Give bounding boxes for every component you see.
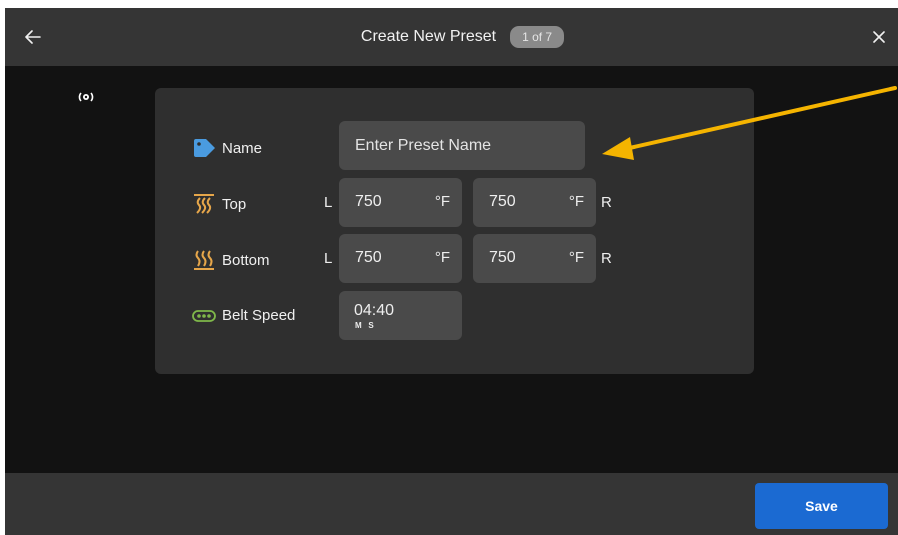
close-button[interactable] [865,23,893,51]
top-left-marker: L [324,194,333,211]
top-left-temp-value: 750 [355,193,382,210]
close-icon [873,31,885,43]
top-right-temp-value: 750 [489,193,516,210]
conveyor-belt-icon [192,309,216,322]
save-button[interactable]: Save [755,483,888,529]
top-right-marker: R [601,194,612,211]
seconds-label: S [368,321,374,330]
bottom-row-label: Bottom [192,249,270,271]
top-heat-icon [194,194,214,214]
top-label: Top [222,195,247,213]
belt-speed-row-label: Belt Speed [192,307,295,324]
header-title-group: Create New Preset 1 of 7 [5,8,898,66]
bottom-left-temp-field[interactable]: 750 °F [339,234,462,283]
minutes-label: M [355,321,362,330]
bottom-left-temp-unit: °F [434,249,450,266]
top-left-temp-unit: °F [434,193,450,210]
top-right-temp-unit: °F [568,193,584,210]
bottom-right-temp-value: 750 [489,249,516,266]
belt-speed-unit-labels: M S [355,321,374,330]
top-left-temp-field[interactable]: 750 °F [339,178,462,227]
oven-screen: Create New Preset 1 of 7 Name Enter Pres… [5,8,898,535]
belt-speed-field[interactable]: 04:40 M S [339,291,462,340]
bottom-right-temp-field[interactable]: 750 °F [473,234,596,283]
name-label: Name [222,139,263,157]
preset-form-panel: Name Top L 750 °F 750 °F R [155,88,754,374]
page-title: Create New Preset [360,28,497,45]
step-badge: 1 of 7 [510,26,565,48]
bottom-label: Bottom [222,251,270,269]
header-bar: Create New Preset 1 of 7 [5,8,898,66]
bottom-right-temp-unit: °F [568,249,584,266]
bottom-heat-icon [194,250,214,270]
name-row-label: Name [192,138,262,158]
footer-bar: Save [5,473,898,535]
tag-icon [194,139,215,157]
belt-speed-value: 04:40 [354,302,395,319]
bottom-left-temp-value: 750 [355,249,382,266]
connectivity-icon [78,92,94,102]
belt-speed-label: Belt Speed [222,307,296,324]
bottom-left-marker: L [324,250,333,267]
preset-name-input[interactable] [339,121,585,170]
top-right-temp-field[interactable]: 750 °F [473,178,596,227]
top-row-label: Top [192,193,246,215]
bottom-right-marker: R [601,250,612,267]
